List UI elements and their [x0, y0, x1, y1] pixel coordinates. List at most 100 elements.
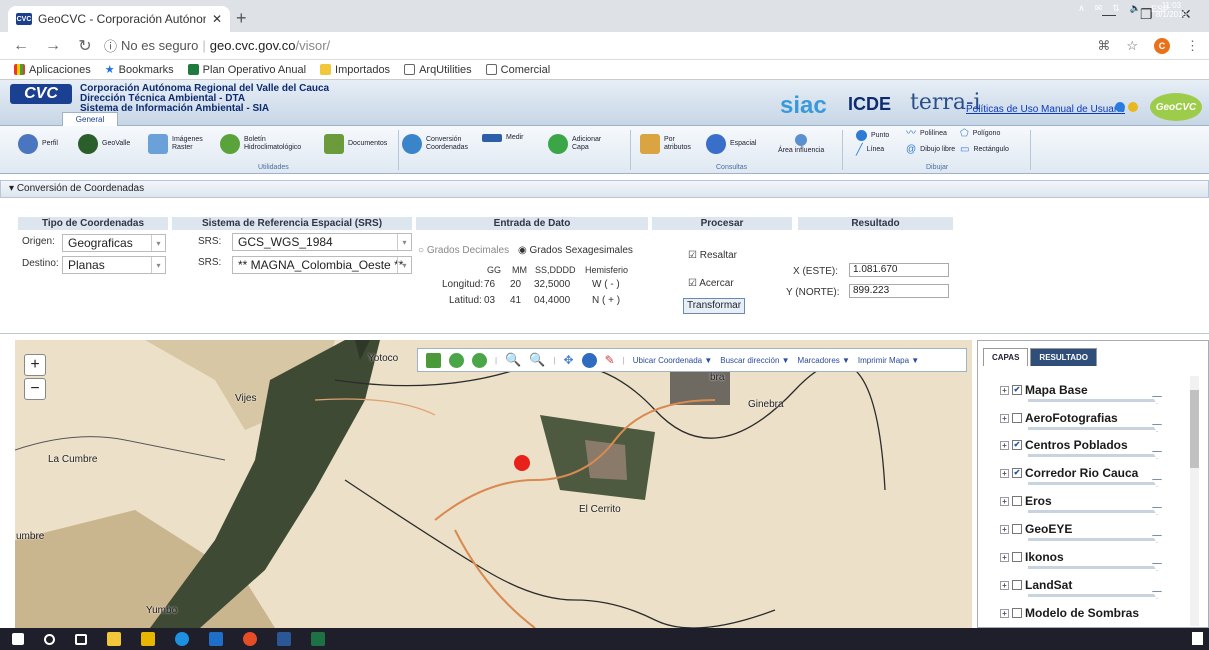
lat-ss-field[interactable]: 04,4000: [534, 295, 570, 306]
imprimir-mapa-menu[interactable]: Imprimir Mapa ▼: [858, 356, 919, 365]
forward-extent-icon[interactable]: [472, 352, 487, 368]
policies-link[interactable]: Políticas de Uso: [966, 104, 1038, 115]
bookmark-importados[interactable]: Importados: [320, 64, 390, 76]
manual-link[interactable]: Manual de Usuario: [1041, 104, 1125, 115]
bookmark-plan-operativo[interactable]: Plan Operativo Anual: [187, 64, 306, 76]
resaltar-checkbox[interactable]: ☑ Resaltar: [688, 250, 737, 261]
clock[interactable]: 11:03 8/1/2019: [1156, 1, 1187, 19]
lat-gg-field[interactable]: 03: [484, 295, 495, 306]
imagenes-button[interactable]: Imágenes Raster: [148, 134, 218, 154]
buscar-direccion-menu[interactable]: Buscar dirección ▼: [720, 356, 789, 365]
full-extent-icon[interactable]: [426, 352, 441, 368]
word-icon[interactable]: [277, 632, 291, 646]
layer-checkbox[interactable]: [1012, 608, 1022, 618]
layer-row[interactable]: + Modelo de Sombras: [1000, 606, 1139, 620]
network-icon[interactable]: ⇅: [1112, 3, 1120, 14]
expand-icon[interactable]: +: [1000, 385, 1009, 395]
lat-mm-field[interactable]: 41: [510, 295, 521, 306]
srs-origen-select[interactable]: GCS_WGS_1984 ▾: [232, 233, 412, 251]
conversion-panel-header[interactable]: ▾ Conversión de Coordenadas: [0, 180, 1209, 198]
layer-row[interactable]: + Ikonos: [1000, 550, 1064, 564]
chrome-icon[interactable]: [243, 632, 257, 646]
origen-select[interactable]: Geograficas ▾: [62, 234, 166, 252]
profile-avatar[interactable]: C: [1154, 37, 1170, 54]
srs-destino-select[interactable]: ** MAGNA_Colombia_Oeste ** ▾: [232, 256, 412, 274]
punto-button[interactable]: Punto: [856, 130, 889, 141]
polilinea-button[interactable]: 〰 Polilínea: [906, 129, 947, 139]
bookmark-comercial[interactable]: Comercial: [485, 64, 550, 76]
expand-icon[interactable]: +: [1000, 524, 1009, 534]
conversion-button[interactable]: Conversión Coordenadas: [402, 134, 478, 154]
volume-icon[interactable]: 🔈: [1130, 3, 1141, 14]
back-extent-icon[interactable]: [449, 352, 464, 368]
outlook-icon[interactable]: [209, 632, 223, 646]
opacity-slider[interactable]: [1028, 591, 1162, 599]
lon-ss-field[interactable]: 32,5000: [534, 279, 570, 290]
marcadores-menu[interactable]: Marcadores ▼: [798, 356, 850, 365]
edge-icon[interactable]: [175, 632, 189, 646]
espacial-button[interactable]: Espacial: [706, 134, 756, 154]
back-icon[interactable]: ←: [10, 37, 32, 55]
boletin-button[interactable]: Boletín Hidroclimatológico: [220, 134, 320, 154]
y-norte-field[interactable]: 899.223: [849, 284, 949, 298]
opacity-slider[interactable]: [1028, 396, 1162, 404]
destino-select[interactable]: Planas ▾: [62, 256, 166, 274]
linea-button[interactable]: ╱ Línea: [856, 145, 884, 156]
zoom-out-button[interactable]: −: [24, 378, 46, 400]
transformar-button[interactable]: Transformar: [683, 298, 745, 314]
sun-icon[interactable]: [1128, 102, 1138, 112]
bookmark-bookmarks[interactable]: ★ Bookmarks: [105, 63, 174, 77]
scrollbar-thumb[interactable]: [1190, 390, 1199, 468]
zoom-out-tool-icon[interactable]: 🔍: [529, 352, 545, 368]
layer-checkbox[interactable]: [1012, 552, 1022, 562]
radio-decimales[interactable]: ○ Grados Decimales: [418, 245, 509, 256]
layer-checkbox[interactable]: [1012, 580, 1022, 590]
windows-start-icon[interactable]: [12, 633, 24, 645]
info-icon[interactable]: ⓘ: [104, 36, 117, 55]
radio-sexagesimales[interactable]: ◉ Grados Sexagesimales: [518, 245, 633, 256]
documentos-button[interactable]: Documentos: [324, 134, 387, 154]
forward-icon[interactable]: →: [42, 37, 64, 55]
search-icon[interactable]: [44, 633, 55, 645]
pan-icon[interactable]: ✥: [564, 353, 574, 367]
tab-resultado[interactable]: RESULTADO: [1030, 348, 1098, 366]
notifications-icon[interactable]: [1192, 632, 1203, 645]
opacity-slider[interactable]: [1028, 563, 1162, 571]
location-marker[interactable]: [514, 455, 530, 471]
area-influencia-button[interactable]: Área influencia: [778, 134, 824, 155]
info-tool-icon[interactable]: [581, 352, 597, 368]
layer-row[interactable]: + AeroFotografias: [1000, 411, 1118, 425]
expand-icon[interactable]: +: [1000, 413, 1009, 423]
layer-checkbox[interactable]: ✔: [1012, 440, 1022, 450]
browser-tab[interactable]: CVC GeoCVC - Corporación Autónom ✕: [8, 6, 230, 32]
layer-checkbox[interactable]: [1012, 524, 1022, 534]
layer-row[interactable]: + ✔ Mapa Base: [1000, 383, 1088, 397]
expand-icon[interactable]: +: [1000, 580, 1009, 590]
bookmark-arqutilities[interactable]: ArqUtilities: [404, 64, 472, 76]
star-icon[interactable]: ☆: [1126, 38, 1138, 54]
dibujo-libre-button[interactable]: @ Dibujo libre: [906, 145, 955, 155]
globe-icon[interactable]: [1115, 102, 1125, 112]
expand-icon[interactable]: +: [1000, 440, 1009, 450]
adicionar-capa-button[interactable]: Adicionar Capa: [548, 134, 614, 154]
layers-scrollbar[interactable]: [1190, 376, 1199, 626]
close-tab-icon[interactable]: ✕: [212, 12, 222, 26]
geovalle-button[interactable]: GeoValle: [78, 134, 130, 154]
new-tab-button[interactable]: +: [236, 8, 247, 29]
poligono-button[interactable]: ⬠ Polígono: [960, 129, 1000, 139]
ubicar-coordenada-menu[interactable]: Ubicar Coordenada ▼: [633, 356, 713, 365]
menu-icon[interactable]: ⋮: [1186, 38, 1199, 54]
expand-icon[interactable]: +: [1000, 468, 1009, 478]
tray-chevron-icon[interactable]: ∧: [1078, 3, 1085, 14]
layer-checkbox[interactable]: [1012, 413, 1022, 423]
translate-icon[interactable]: ⌘: [1097, 38, 1110, 54]
eraser-icon[interactable]: ✎: [605, 353, 615, 367]
map-canvas[interactable]: [15, 340, 972, 628]
layer-checkbox[interactable]: ✔: [1012, 385, 1022, 395]
url-field[interactable]: ⓘ No es seguro | geo.cvc.gov.co/visor/: [104, 36, 330, 55]
excel-icon[interactable]: [311, 632, 325, 646]
por-atributos-button[interactable]: Por atributos: [640, 134, 700, 154]
layer-row[interactable]: + GeoEYE: [1000, 522, 1072, 536]
tab-general[interactable]: General: [62, 112, 118, 126]
layer-row[interactable]: + ✔ Centros Poblados: [1000, 438, 1128, 452]
